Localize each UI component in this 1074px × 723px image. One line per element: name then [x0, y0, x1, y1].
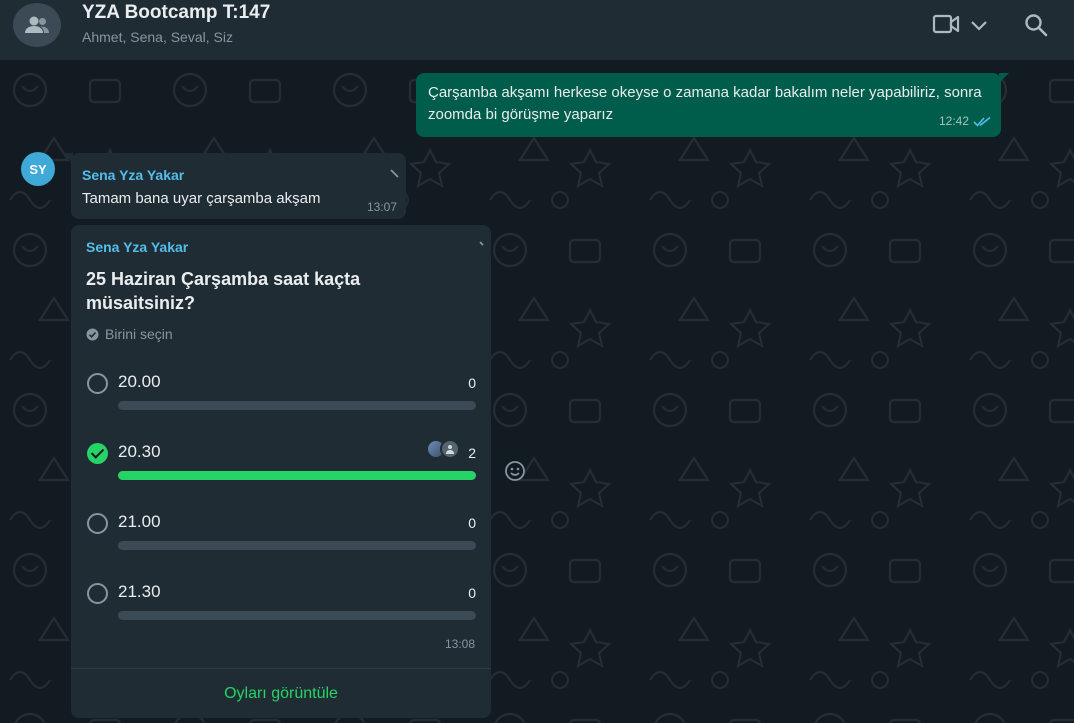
poll-sender-name[interactable]: Sena Yza Yakar	[86, 239, 188, 255]
search-button[interactable]	[1019, 8, 1053, 42]
outgoing-message-time: 12:42	[938, 114, 969, 128]
sender-avatar[interactable]: SY	[21, 152, 55, 186]
poll-option-bar-fill	[118, 471, 476, 480]
poll-option-voters[interactable]	[426, 439, 460, 459]
poll-question: 25 Haziran Çarşamba saat kaçta müsaitsin…	[86, 269, 361, 313]
poll-option-bar	[118, 471, 476, 480]
chevron-down-icon	[971, 21, 987, 31]
poll-option[interactable]: 20.30 2	[86, 438, 476, 488]
poll-option-label: 20.30	[118, 442, 161, 461]
poll-option-radio[interactable]	[87, 513, 108, 534]
poll-option-count: 0	[468, 585, 476, 601]
chat-area[interactable]: Çarşamba akşamı herkese okeyse o zamana …	[0, 60, 1074, 723]
chat-title[interactable]: YZA Bootcamp T:147	[82, 2, 270, 24]
poll-option-radio[interactable]	[87, 373, 108, 394]
poll-option[interactable]: 20.00 0	[86, 368, 476, 418]
poll-option-radio-checked[interactable]	[87, 443, 108, 464]
poll-option-count: 2	[468, 445, 476, 461]
voter-avatar	[440, 439, 460, 459]
outgoing-message[interactable]: Çarşamba akşamı herkese okeyse o zamana …	[416, 73, 1009, 137]
poll-option[interactable]: 21.00 0	[86, 508, 476, 558]
poll-option-bar	[118, 401, 476, 410]
poll-option-label: 20.00	[118, 372, 161, 391]
poll-option-radio[interactable]	[87, 583, 108, 604]
poll-option-count: 0	[468, 375, 476, 391]
poll-hint-text: Birini seçin	[105, 326, 173, 342]
incoming-message-time: 13:07	[366, 200, 397, 214]
poll-option-label: 21.00	[118, 512, 161, 531]
person-icon	[446, 445, 454, 454]
message-menu-icon[interactable]	[390, 169, 400, 179]
video-call-icon	[932, 14, 960, 34]
emoji-reaction-icon[interactable]	[504, 460, 526, 482]
search-icon	[1025, 14, 1048, 37]
group-avatar[interactable]	[13, 3, 61, 47]
incoming-message[interactable]: Sena Yza Yakar Tamam bana uyar çarşamba …	[63, 153, 406, 219]
video-call-button[interactable]	[930, 10, 962, 38]
outgoing-message-meta: 12:42	[939, 110, 991, 132]
video-call-dropdown[interactable]	[966, 12, 992, 38]
message-menu-icon[interactable]	[479, 241, 485, 247]
poll-hint: Birini seçin	[86, 326, 173, 342]
chat-header: YZA Bootcamp T:147 Ahmet, Sena, Seval, S…	[0, 0, 1074, 60]
poll-option-count: 0	[468, 515, 476, 531]
check-circle-icon	[86, 328, 99, 340]
chat-participants[interactable]: Ahmet, Sena, Seval, Siz	[82, 29, 233, 45]
poll-option-bar	[118, 541, 476, 550]
poll-option-bar	[118, 611, 476, 620]
outgoing-message-text: Çarşamba akşamı herkese okeyse o zamana …	[428, 84, 982, 123]
poll-option-label: 21.30	[118, 582, 161, 601]
incoming-message-text: Tamam bana uyar çarşamba akşam	[82, 190, 321, 207]
poll-option[interactable]: 21.30 0	[86, 578, 476, 628]
view-votes-button[interactable]: Oyları görüntüle	[71, 669, 491, 718]
group-icon	[25, 16, 49, 33]
double-check-icon	[973, 116, 991, 127]
message-sender-name[interactable]: Sena Yza Yakar	[82, 167, 184, 183]
poll-message: Sena Yza Yakar 25 Haziran Çarşamba saat …	[71, 225, 491, 718]
poll-time: 13:08	[444, 637, 475, 651]
